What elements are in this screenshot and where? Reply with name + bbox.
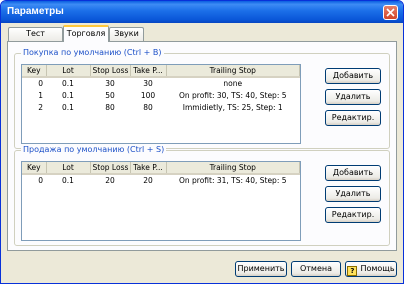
- close-icon: [386, 8, 395, 17]
- column-header-stop-loss[interactable]: Stop Loss: [90, 162, 131, 175]
- column-header-lot[interactable]: Lot: [46, 65, 91, 78]
- cell-stop-loss: 30: [105, 79, 115, 88]
- buy-delete-button[interactable]: Удалить: [325, 89, 381, 105]
- column-header-take-profit[interactable]: Take P...: [130, 162, 167, 175]
- close-button[interactable]: [383, 5, 398, 20]
- buy-table-header: Key Lot Stop Loss Take P... Trailing Sto…: [22, 65, 300, 78]
- table-row[interactable]: 0 0.1 30 30 none: [22, 77, 300, 89]
- cell-take-profit: 80: [143, 102, 153, 112]
- table-row[interactable]: 1 0.1 50 100 On profit: 30, TS: 40, Step…: [22, 89, 300, 101]
- help-button[interactable]: ? Помощь: [345, 261, 397, 277]
- buy-table[interactable]: Key Lot Stop Loss Take P... Trailing Sto…: [21, 64, 301, 144]
- cell-stop-loss: 50: [105, 90, 115, 100]
- tab-sounds[interactable]: Звуки: [109, 27, 144, 41]
- cancel-button[interactable]: Отмена: [291, 261, 341, 277]
- cell-key: 0: [38, 79, 43, 88]
- cell-trailing-stop: none: [223, 79, 243, 88]
- cell-take-profit: 30: [143, 79, 153, 88]
- sell-edit-button[interactable]: Редактир.: [325, 207, 381, 223]
- sell-table[interactable]: Key Lot Stop Loss Take P... Trailing Sto…: [21, 161, 301, 241]
- buy-default-group: Покупка по умолчанию (Ctrl + B) Key Lot …: [14, 48, 390, 149]
- tab-history-test[interactable]: Тест истории: [8, 27, 63, 50]
- help-icon: ?: [347, 266, 358, 276]
- cell-trailing-stop: On profit: 30, TS: 40, Step: 5: [178, 90, 287, 100]
- sell-add-button[interactable]: Добавить: [325, 165, 381, 181]
- table-row[interactable]: 2 0.1 80 80 Immidietly, TS: 25, Step: 1: [22, 101, 300, 113]
- buy-group-title: Покупка по умолчанию (Ctrl + B): [21, 48, 164, 57]
- column-header-trailing-stop[interactable]: Trailing Stop: [166, 65, 300, 78]
- buy-add-button[interactable]: Добавить: [325, 68, 381, 84]
- column-header-key[interactable]: Key: [22, 162, 47, 175]
- buy-edit-button[interactable]: Редактир.: [325, 110, 381, 126]
- column-header-take-profit[interactable]: Take P...: [130, 65, 167, 78]
- cell-lot: 0.1: [62, 79, 74, 88]
- cell-trailing-stop: On profit: 31, TS: 40, Step: 5: [178, 176, 287, 185]
- cell-lot: 0.1: [62, 90, 74, 100]
- cell-key: 2: [38, 102, 43, 112]
- tab-panel-trading: Покупка по умолчанию (Ctrl + B) Key Lot …: [7, 41, 397, 251]
- tab-trading[interactable]: Торговля: [63, 25, 109, 42]
- apply-button[interactable]: Применить: [235, 261, 287, 277]
- title-bar[interactable]: Параметры: [1, 1, 403, 23]
- sell-group-title: Продажа по умолчанию (Ctrl + S): [21, 145, 167, 154]
- cell-key: 1: [38, 90, 43, 100]
- options-dialog: Параметры Тест истории Торговля Звуки По…: [0, 0, 404, 284]
- sell-delete-button[interactable]: Удалить: [325, 186, 381, 202]
- column-header-lot[interactable]: Lot: [46, 162, 91, 175]
- cell-lot: 0.1: [62, 102, 74, 112]
- cell-take-profit: 100: [140, 90, 156, 100]
- sell-table-header: Key Lot Stop Loss Take P... Trailing Sto…: [22, 162, 300, 175]
- cell-lot: 0.1: [62, 176, 74, 185]
- table-row[interactable]: 0 0.1 20 20 On profit: 31, TS: 40, Step:…: [22, 174, 300, 186]
- cell-key: 0: [38, 176, 43, 185]
- help-button-label: Помощь: [360, 264, 395, 273]
- column-header-trailing-stop[interactable]: Trailing Stop: [166, 162, 300, 175]
- column-header-stop-loss[interactable]: Stop Loss: [90, 65, 131, 78]
- cell-stop-loss: 20: [105, 176, 115, 185]
- cell-take-profit: 20: [143, 176, 153, 185]
- sell-default-group: Продажа по умолчанию (Ctrl + S) Key Lot …: [14, 145, 390, 246]
- window-title: Параметры: [7, 6, 64, 17]
- cell-stop-loss: 80: [105, 102, 115, 112]
- cell-trailing-stop: Immidietly, TS: 25, Step: 1: [182, 102, 283, 112]
- column-header-key[interactable]: Key: [22, 65, 47, 78]
